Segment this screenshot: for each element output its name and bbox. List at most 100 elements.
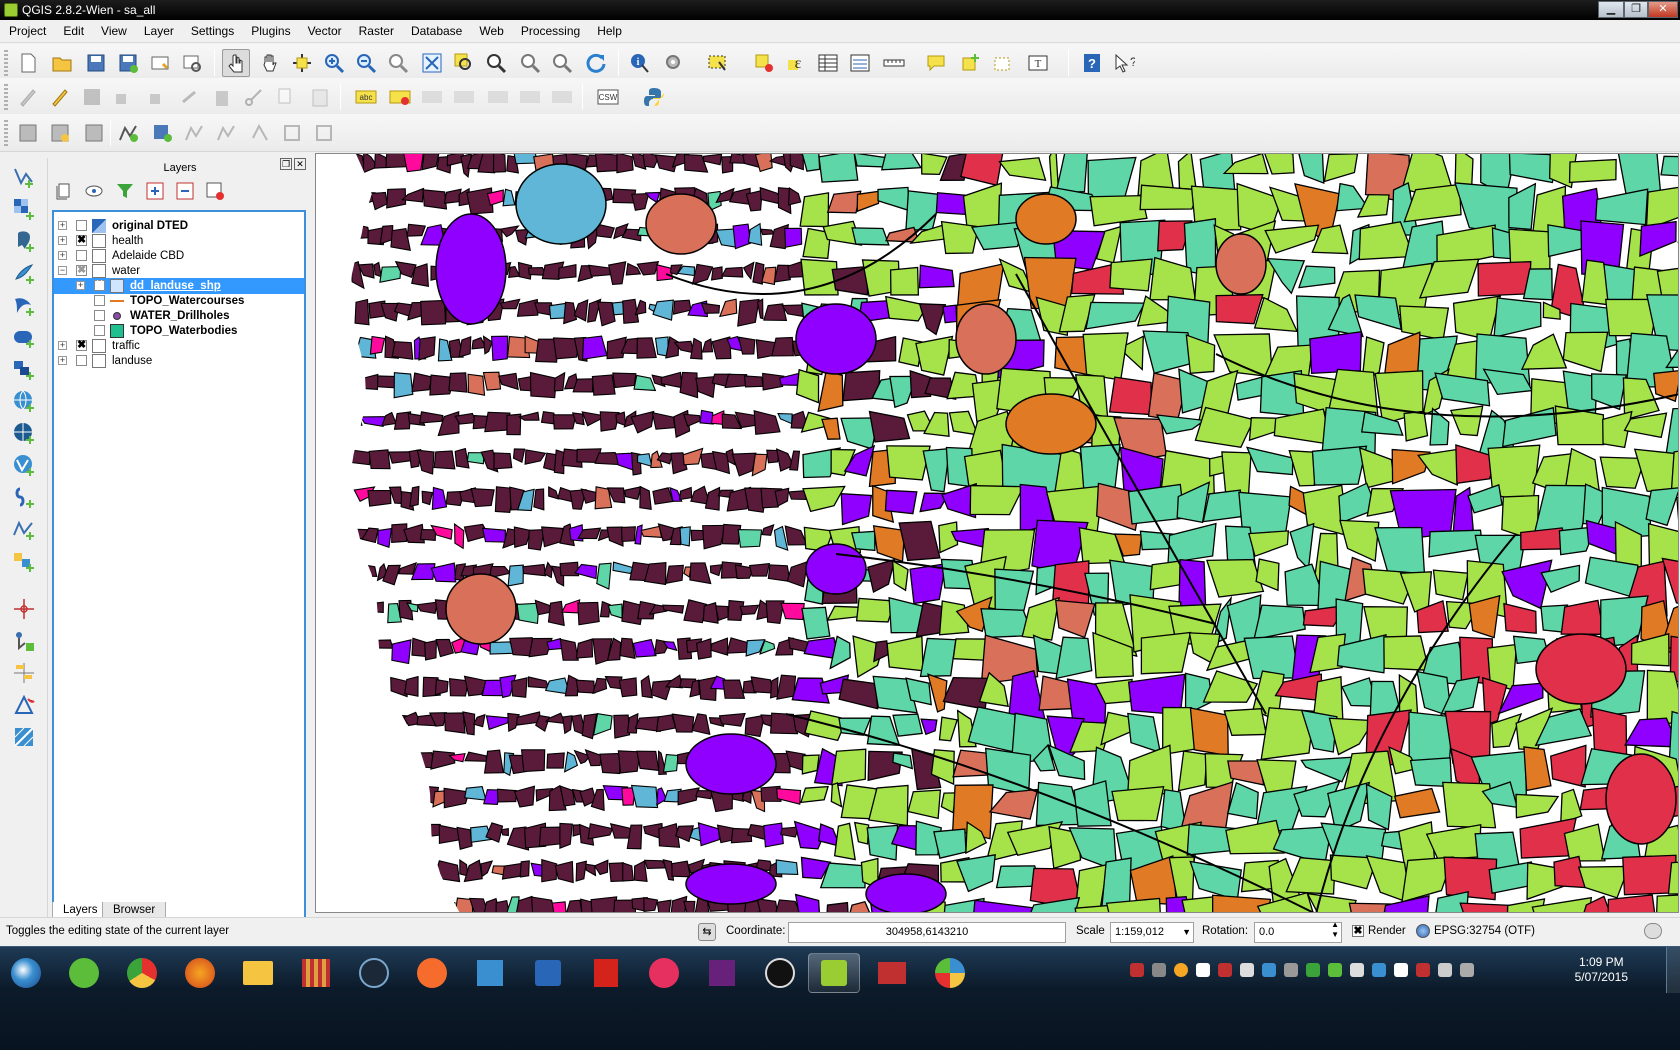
tray-icon-12[interactable]: [1394, 963, 1408, 977]
tray-icon-7[interactable]: [1284, 963, 1298, 977]
add-wfs-layer-icon[interactable]: [10, 452, 38, 478]
menu-web[interactable]: Web: [470, 21, 511, 42]
add-mssql-layer-icon[interactable]: [10, 292, 38, 318]
layer-tree-item[interactable]: WATER_Drillholes: [54, 308, 304, 324]
add-virtual-layer-icon[interactable]: [10, 660, 38, 686]
pan-map-icon[interactable]: [256, 49, 284, 77]
python-console-icon[interactable]: [640, 83, 668, 111]
paste-features-icon[interactable]: [306, 83, 334, 111]
add-vector-tile-icon[interactable]: [10, 692, 38, 718]
layer-tree-item[interactable]: + ✖ health: [54, 233, 304, 249]
menu-raster[interactable]: Raster: [350, 21, 402, 42]
copy-features-icon[interactable]: [272, 83, 300, 111]
add-oracle-layer-icon[interactable]: [10, 324, 38, 350]
menu-view[interactable]: View: [92, 21, 135, 42]
layer-visibility-checkbox[interactable]: ✖: [76, 265, 87, 276]
layer-tree-item[interactable]: TOPO_Watercourses: [54, 293, 304, 309]
refresh-icon[interactable]: [582, 49, 610, 77]
toggle-editing-icon[interactable]: [46, 83, 74, 111]
tray-icon-8[interactable]: [1306, 963, 1320, 977]
dropbox-icon[interactable]: [1262, 963, 1276, 977]
tray-icon-5[interactable]: [1218, 963, 1232, 977]
move-feature-icon[interactable]: [144, 83, 172, 111]
add-group-icon[interactable]: [80, 119, 108, 147]
layer-tree-item[interactable]: − ✖ water: [54, 263, 304, 279]
save-as-icon[interactable]: [114, 49, 142, 77]
open-attribute-table-icon[interactable]: [814, 49, 842, 77]
add-group-icon[interactable]: [54, 180, 76, 202]
expand-toggle[interactable]: +: [58, 251, 67, 260]
add-db2-layer-icon[interactable]: [10, 356, 38, 382]
close-panel-icon[interactable]: ✕: [294, 158, 306, 170]
layer-visibility-checkbox[interactable]: ✖: [76, 340, 87, 351]
remove-layer-icon[interactable]: [204, 180, 226, 202]
battery-icon[interactable]: [1460, 963, 1474, 977]
taskbar-library-icon[interactable]: [290, 953, 342, 993]
zoom-to-selection-icon[interactable]: [450, 49, 478, 77]
composer-manager-icon[interactable]: [178, 49, 206, 77]
measure-line-icon[interactable]: [880, 49, 908, 77]
start-button[interactable]: [0, 953, 52, 993]
new-project-icon[interactable]: [14, 49, 42, 77]
tray-icon-2[interactable]: [1152, 963, 1166, 977]
expand-toggle[interactable]: +: [58, 236, 67, 245]
help-contents-icon[interactable]: ?: [1078, 49, 1106, 77]
taskbar-app-1[interactable]: [58, 953, 110, 993]
taskbar-acrobat-icon[interactable]: [580, 953, 632, 993]
taskbar-steam-icon[interactable]: [348, 953, 400, 993]
network-tray-icon[interactable]: [1438, 963, 1452, 977]
expand-toggle[interactable]: +: [58, 221, 67, 230]
layer-tree-item[interactable]: + landuse: [54, 353, 304, 369]
add-vector-layer-icon[interactable]: [10, 164, 38, 190]
add-raster-layer-icon[interactable]: [148, 119, 176, 147]
deselect-features-icon[interactable]: [750, 49, 778, 77]
add-ring-icon[interactable]: [278, 119, 306, 147]
add-feature-icon[interactable]: [110, 83, 138, 111]
taskbar-unreal-icon[interactable]: [754, 953, 806, 993]
whats-this-icon[interactable]: ?: [1110, 49, 1138, 77]
menu-processing[interactable]: Processing: [512, 21, 588, 42]
add-wms-layer-icon[interactable]: [10, 388, 38, 414]
new-spatialite-layer-icon[interactable]: [10, 548, 38, 574]
rotate-label-icon[interactable]: [516, 83, 544, 111]
add-wms-layer-icon[interactable]: [46, 119, 74, 147]
layer-tree-item[interactable]: + ✖ traffic: [54, 338, 304, 354]
layer-visibility-checkbox[interactable]: [76, 220, 87, 231]
menu-help[interactable]: Help: [588, 21, 630, 42]
crs-status[interactable]: EPSG:32754 (OTF): [1434, 925, 1535, 937]
csw-icon[interactable]: CSW: [594, 83, 622, 111]
expand-all-icon[interactable]: [144, 180, 166, 202]
tray-icon-10[interactable]: [1350, 963, 1364, 977]
cut-features-icon[interactable]: [240, 83, 268, 111]
menu-project[interactable]: Project: [0, 21, 54, 42]
tray-icon-3[interactable]: [1174, 963, 1188, 977]
layer-tree-item[interactable]: TOPO_Waterbodies: [54, 323, 304, 339]
pan-to-selection-icon[interactable]: [288, 49, 316, 77]
zoom-full-icon[interactable]: [418, 49, 446, 77]
taskbar-toolbox-icon[interactable]: [866, 953, 918, 993]
zoom-last-icon[interactable]: [516, 49, 544, 77]
taskbar-visual-studio-icon[interactable]: [696, 953, 748, 993]
node-tool-icon[interactable]: [176, 83, 204, 111]
expression-select-icon[interactable]: ε: [782, 49, 810, 77]
tray-icon-1[interactable]: [1130, 963, 1144, 977]
minimize-button[interactable]: ▁: [1598, 1, 1624, 18]
taskbar-qgis-icon[interactable]: [808, 953, 860, 993]
tray-icon-4[interactable]: [1196, 963, 1210, 977]
menu-plugins[interactable]: Plugins: [242, 21, 298, 42]
rotation-spinbox[interactable]: 0.0 ▲ ▼: [1254, 920, 1342, 943]
layer-visibility-checkbox[interactable]: [94, 325, 105, 336]
layer-visibility-checkbox[interactable]: [76, 250, 87, 261]
show-desktop-button[interactable]: [1666, 947, 1680, 993]
zoom-to-layer-icon[interactable]: [482, 49, 510, 77]
layers-tree[interactable]: + original DTED + ✖ health + Adelaide CBD − ✖ wat…: [52, 210, 306, 954]
change-label-icon[interactable]: [548, 83, 576, 111]
new-bookmark-icon[interactable]: [956, 49, 984, 77]
close-button[interactable]: ✕: [1648, 1, 1678, 18]
collapse-all-icon[interactable]: [174, 180, 196, 202]
taskbar-app-origin-icon[interactable]: [406, 953, 458, 993]
add-part-icon[interactable]: [310, 119, 338, 147]
show-bookmarks-icon[interactable]: [988, 49, 1016, 77]
add-raster-layer-icon[interactable]: [10, 196, 38, 222]
taskbar-paint-icon[interactable]: [924, 953, 976, 993]
